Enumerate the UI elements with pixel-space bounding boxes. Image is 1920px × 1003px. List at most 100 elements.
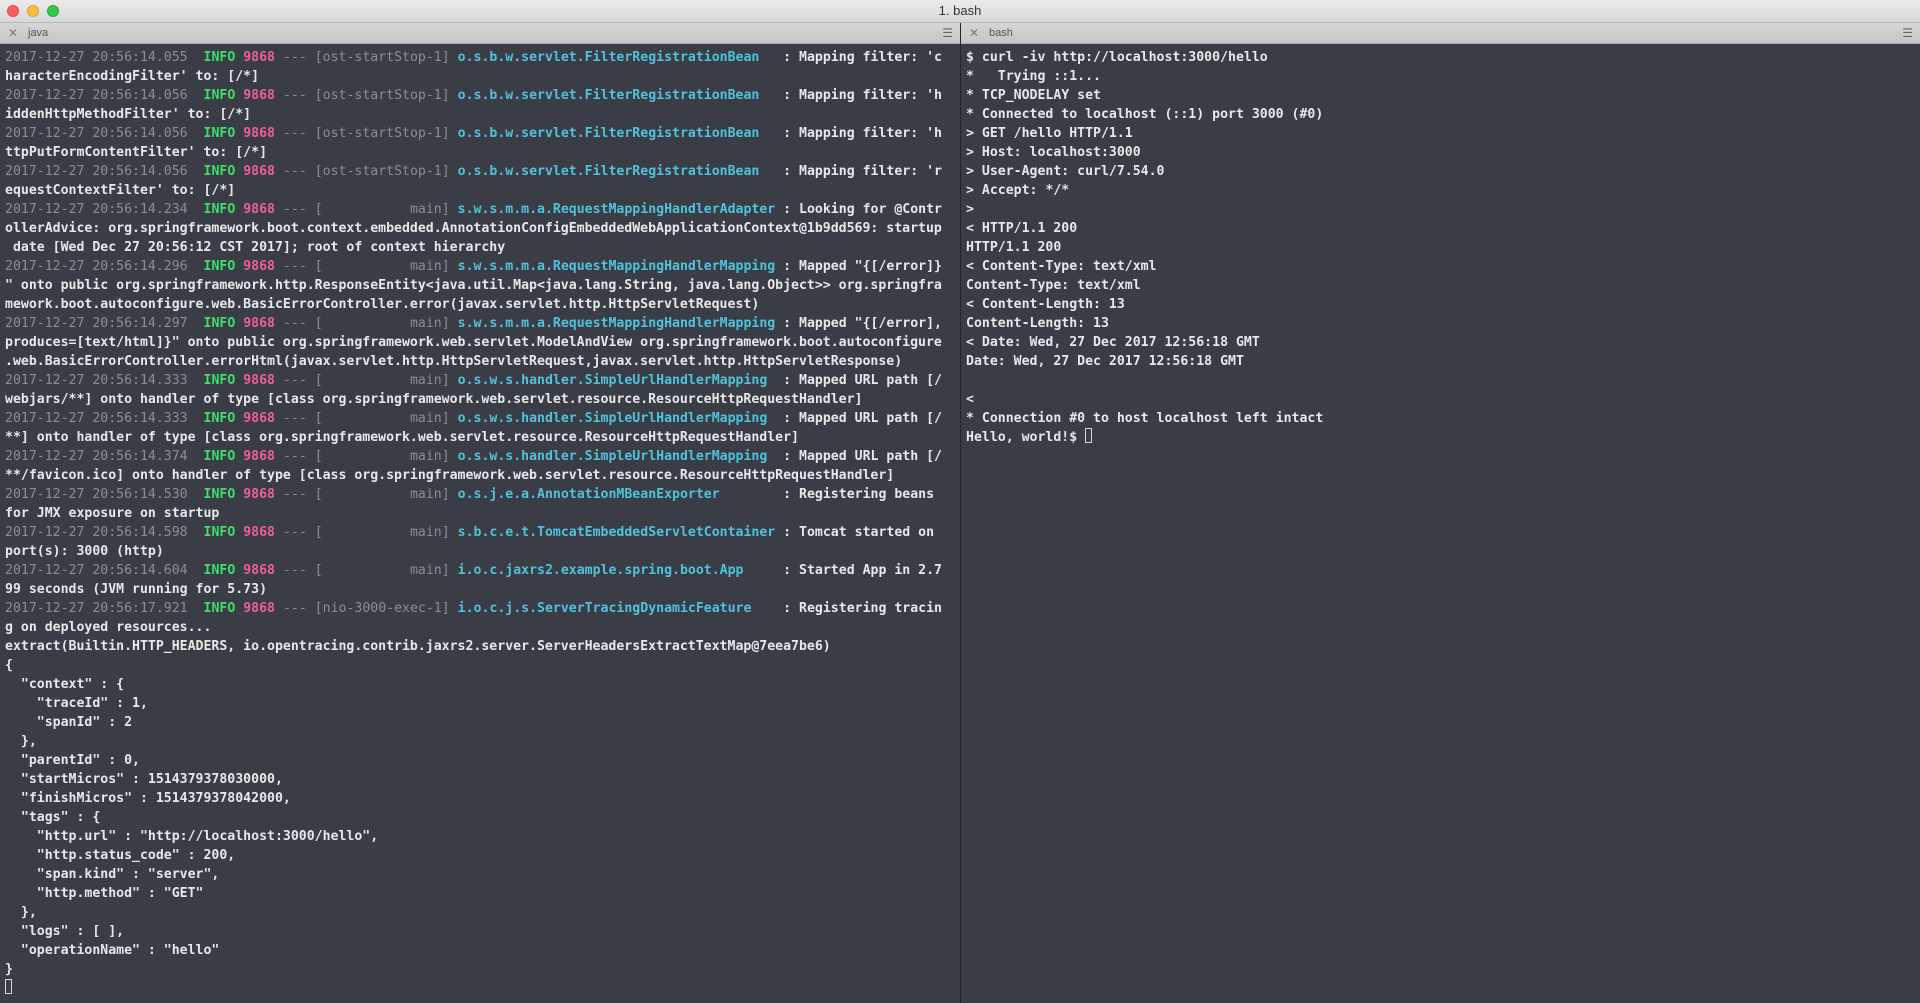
minimize-window-button[interactable]	[27, 5, 39, 17]
log-message: : Mapping filter: 'h	[775, 126, 942, 141]
right-pane[interactable]: ✕ bash ☰ $ curl -iv http://localhost:300…	[961, 23, 1920, 1003]
log-line: 2017-12-27 20:56:14.530 INFO 9868 --- [ …	[5, 485, 960, 504]
log-thread: [ main]	[314, 411, 450, 426]
close-window-button[interactable]	[7, 5, 19, 17]
window-controls	[7, 5, 59, 17]
output-line: "parentId" : 0,	[5, 753, 140, 768]
log-line-continuation: .web.BasicErrorController.errorHtml(java…	[5, 354, 903, 369]
log-separator: ---	[275, 373, 315, 388]
output-line: <	[966, 392, 974, 407]
log-separator: ---	[275, 525, 315, 540]
log-line: 2017-12-27 20:56:14.234 INFO 9868 --- [ …	[5, 200, 960, 219]
log-logger: s.w.s.m.m.a.RequestMappingHandlerAdapter	[457, 202, 776, 217]
window-titlebar: 1. bash	[0, 0, 1920, 23]
output-line: $ curl -iv http://localhost:3000/hello	[966, 50, 1268, 65]
log-separator: ---	[275, 449, 315, 464]
output-line: >	[966, 202, 974, 217]
output-line: Content-Length: 13	[966, 316, 1109, 331]
output-line: * Connection #0 to host localhost left i…	[966, 411, 1324, 426]
tab-bash[interactable]: bash	[989, 23, 1013, 43]
log-timestamp: 2017-12-27 20:56:14.598	[5, 525, 188, 540]
output-line: "http.method" : "GET"	[5, 886, 204, 901]
log-timestamp: 2017-12-27 20:56:17.921	[5, 601, 188, 616]
cursor-line	[5, 979, 960, 998]
log-line: 2017-12-27 20:56:14.297 INFO 9868 --- [ …	[5, 314, 960, 333]
log-level: INFO	[203, 202, 236, 217]
terminal-cursor[interactable]	[5, 979, 12, 994]
log-line: 2017-12-27 20:56:14.598 INFO 9868 --- [ …	[5, 523, 960, 542]
log-thread: [ost-startStop-1]	[314, 126, 450, 141]
log-line-continuation: ttpPutFormContentFilter' to: [/*]	[5, 145, 268, 160]
log-message: : Mapping filter: 'r	[775, 164, 942, 179]
log-separator: ---	[275, 50, 315, 65]
close-icon[interactable]: ✕	[969, 23, 979, 43]
right-pane-tabbar[interactable]: ✕ bash ☰	[961, 23, 1920, 44]
log-thread: [ost-startStop-1]	[314, 50, 450, 65]
log-pid: 9868	[243, 126, 275, 141]
log-timestamp: 2017-12-27 20:56:14.234	[5, 202, 188, 217]
log-logger: s.b.c.e.t.TomcatEmbeddedServletContainer	[457, 525, 776, 540]
hamburger-menu-icon[interactable]: ☰	[942, 23, 953, 43]
log-line-continuation: **] onto handler of type [class org.spri…	[5, 430, 799, 445]
log-message: : Registering beans	[775, 487, 935, 502]
log-line: 2017-12-27 20:56:14.333 INFO 9868 --- [ …	[5, 371, 960, 390]
output-line: Date: Wed, 27 Dec 2017 12:56:18 GMT	[966, 354, 1244, 369]
log-separator: ---	[275, 411, 315, 426]
log-line-continuation: webjars/**] onto handler of type [class …	[5, 392, 863, 407]
log-pid: 9868	[243, 88, 275, 103]
log-separator: ---	[275, 88, 315, 103]
log-pid: 9868	[243, 563, 275, 578]
log-logger: i.o.c.j.s.ServerTracingDynamicFeature	[457, 601, 776, 616]
log-timestamp: 2017-12-27 20:56:14.055	[5, 50, 188, 65]
log-message: : Mapped URL path [/	[775, 373, 942, 388]
log-message: : Registering tracin	[775, 601, 942, 616]
log-logger: o.s.w.s.handler.SimpleUrlHandlerMapping	[457, 449, 776, 464]
left-pane-tabbar[interactable]: ✕ java ☰	[0, 23, 960, 44]
tab-java[interactable]: java	[28, 23, 48, 43]
log-line-continuation: g on deployed resources...	[5, 620, 212, 635]
log-thread: [ main]	[314, 449, 450, 464]
bash-terminal-output[interactable]: $ curl -iv http://localhost:3000/hello * …	[961, 44, 1920, 447]
log-logger: s.w.s.m.m.a.RequestMappingHandlerMapping	[457, 259, 776, 274]
log-message: : Mapped "{[/error],	[775, 316, 942, 331]
log-message: : Mapping filter: 'c	[775, 50, 942, 65]
output-line: < HTTP/1.1 200	[966, 221, 1078, 236]
log-pid: 9868	[243, 202, 275, 217]
output-line: > Host: localhost:3000	[966, 145, 1141, 160]
java-terminal-output[interactable]: 2017-12-27 20:56:14.055 INFO 9868 --- [o…	[0, 44, 960, 998]
output-line: * Trying ::1...	[966, 69, 1101, 84]
log-logger: o.s.b.w.servlet.FilterRegistrationBean	[457, 88, 776, 103]
log-logger: o.s.j.e.a.AnnotationMBeanExporter	[457, 487, 776, 502]
log-line: 2017-12-27 20:56:14.055 INFO 9868 --- [o…	[5, 48, 960, 67]
output-line: "operationName" : "hello"	[5, 943, 220, 958]
log-line: 2017-12-27 20:56:14.056 INFO 9868 --- [o…	[5, 124, 960, 143]
terminal-cursor[interactable]	[1085, 428, 1093, 443]
close-icon[interactable]: ✕	[8, 23, 18, 43]
log-thread: [nio-3000-exec-1]	[314, 601, 450, 616]
log-thread: [ main]	[314, 259, 450, 274]
log-line-continuation: haracterEncodingFilter' to: [/*]	[5, 69, 260, 84]
output-line: "context" : {	[5, 677, 125, 692]
log-logger: o.s.b.w.servlet.FilterRegistrationBean	[457, 164, 776, 179]
log-line-continuation: date [Wed Dec 27 20:56:12 CST 2017]; roo…	[5, 240, 506, 255]
log-timestamp: 2017-12-27 20:56:14.296	[5, 259, 188, 274]
log-separator: ---	[275, 164, 315, 179]
log-line-continuation: produces=[text/html]}" onto public org.s…	[5, 335, 942, 350]
log-message: : Mapped "{[/error]}	[775, 259, 942, 274]
log-logger: i.o.c.jaxrs2.example.spring.boot.App	[457, 563, 776, 578]
log-timestamp: 2017-12-27 20:56:14.056	[5, 88, 188, 103]
log-level: INFO	[203, 126, 236, 141]
prompt-line[interactable]: Hello, world!$	[966, 428, 1920, 447]
log-level: INFO	[203, 50, 236, 65]
log-line-continuation: 99 seconds (JVM running for 5.73)	[5, 582, 268, 597]
zoom-window-button[interactable]	[47, 5, 59, 17]
hamburger-menu-icon[interactable]: ☰	[1902, 23, 1913, 43]
log-logger: s.w.s.m.m.a.RequestMappingHandlerMapping	[457, 316, 776, 331]
log-level: INFO	[203, 88, 236, 103]
log-level: INFO	[203, 316, 236, 331]
output-line: extract(Builtin.HTTP_HEADERS, io.opentra…	[5, 639, 831, 654]
log-line-continuation: for JMX exposure on startup	[5, 506, 220, 521]
log-separator: ---	[275, 202, 315, 217]
left-pane[interactable]: ✕ java ☰ 2017-12-27 20:56:14.055 INFO 98…	[0, 23, 961, 1003]
